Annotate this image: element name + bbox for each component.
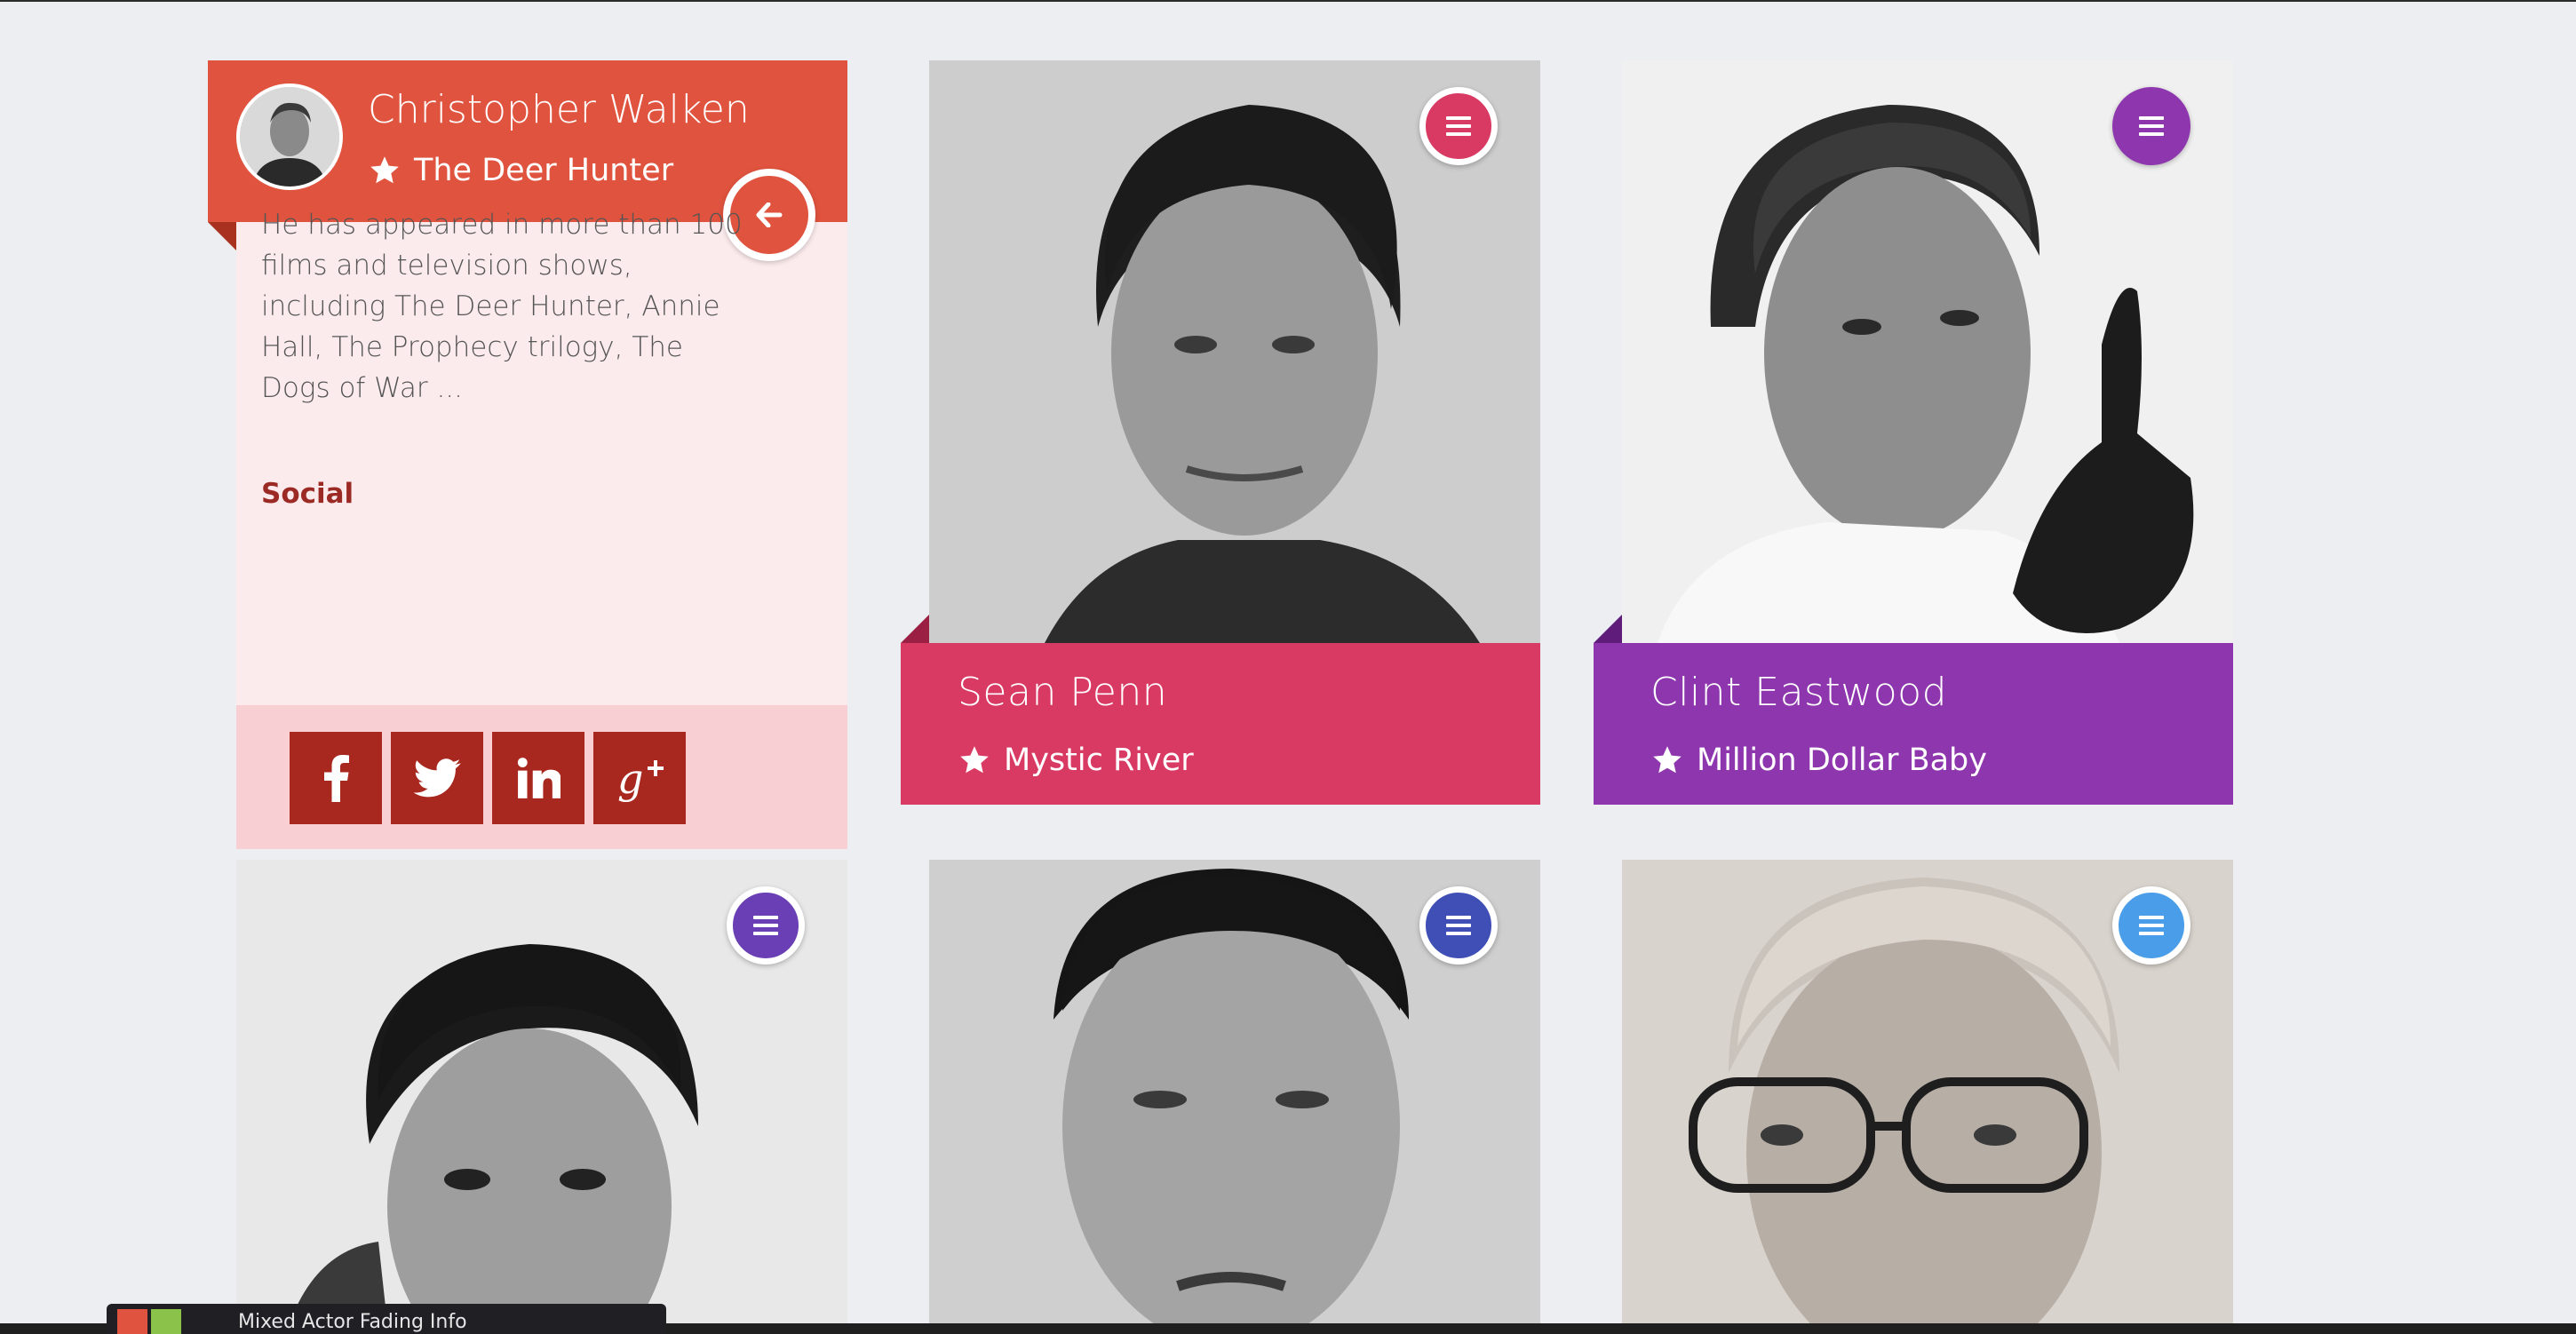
movie-title: Million Dollar Baby [1697,742,1987,778]
svg-text:g: g [617,755,643,802]
menu-icon [753,916,778,935]
actor-movie: Million Dollar Baby [1650,742,1987,778]
actor-name: Clint Eastwood [1650,670,1947,715]
app-icon [117,1309,181,1334]
taskbar-label: Mixed Actor Fading Info [238,1311,467,1333]
menu-icon [2139,116,2164,136]
menu-icon [1446,916,1471,935]
actor-name: Christopher Walken [368,87,750,132]
actor-card: Clint Eastwood Million Dollar Baby [1594,60,2233,806]
menu-button[interactable] [2112,87,2190,165]
header-fold [208,222,236,250]
menu-button[interactable] [1419,886,1498,965]
taskbar-item[interactable]: Mixed Actor Fading Info [107,1304,666,1334]
actor-card [1622,860,2233,1323]
twitter-button[interactable] [391,732,483,824]
social-bar: g [236,705,847,849]
linkedin-icon [517,758,561,798]
linkedin-button[interactable] [492,732,584,824]
star-icon [960,746,989,774]
star-icon [1653,746,1682,774]
google-plus-button[interactable]: g [593,732,686,824]
menu-button[interactable] [2112,886,2190,965]
caption-fold [901,615,929,643]
top-border [0,0,2576,2]
actor-name: Sean Penn [958,670,1168,715]
actor-card-expanded: Christopher Walken The Deer Hunter He ha… [208,60,847,849]
actor-movie: The Deer Hunter [368,153,673,188]
menu-button[interactable] [1419,87,1498,165]
actor-card [236,860,847,1323]
menu-button[interactable] [727,886,805,965]
movie-title: Mystic River [1004,742,1194,778]
arrow-left-icon [756,202,783,227]
actor-bio: He has appeared in more than 100 films a… [261,209,743,404]
caption-fold [1594,615,1622,643]
actor-card [929,860,1540,1323]
twitter-icon [413,758,461,798]
actor-movie: Mystic River [958,742,1194,778]
actor-card: Sean Penn Mystic River [901,60,1540,806]
avatar [236,83,343,190]
menu-icon [2139,916,2164,935]
movie-title: The Deer Hunter [414,153,674,188]
facebook-icon [324,755,349,802]
menu-icon [1446,116,1471,136]
google-plus-icon: g [617,755,664,802]
actor-caption: Clint Eastwood Million Dollar Baby [1594,615,2233,805]
actor-caption: Sean Penn Mystic River [901,615,1540,805]
facebook-button[interactable] [290,732,382,824]
star-icon [370,156,399,184]
social-heading: Social [261,478,354,510]
